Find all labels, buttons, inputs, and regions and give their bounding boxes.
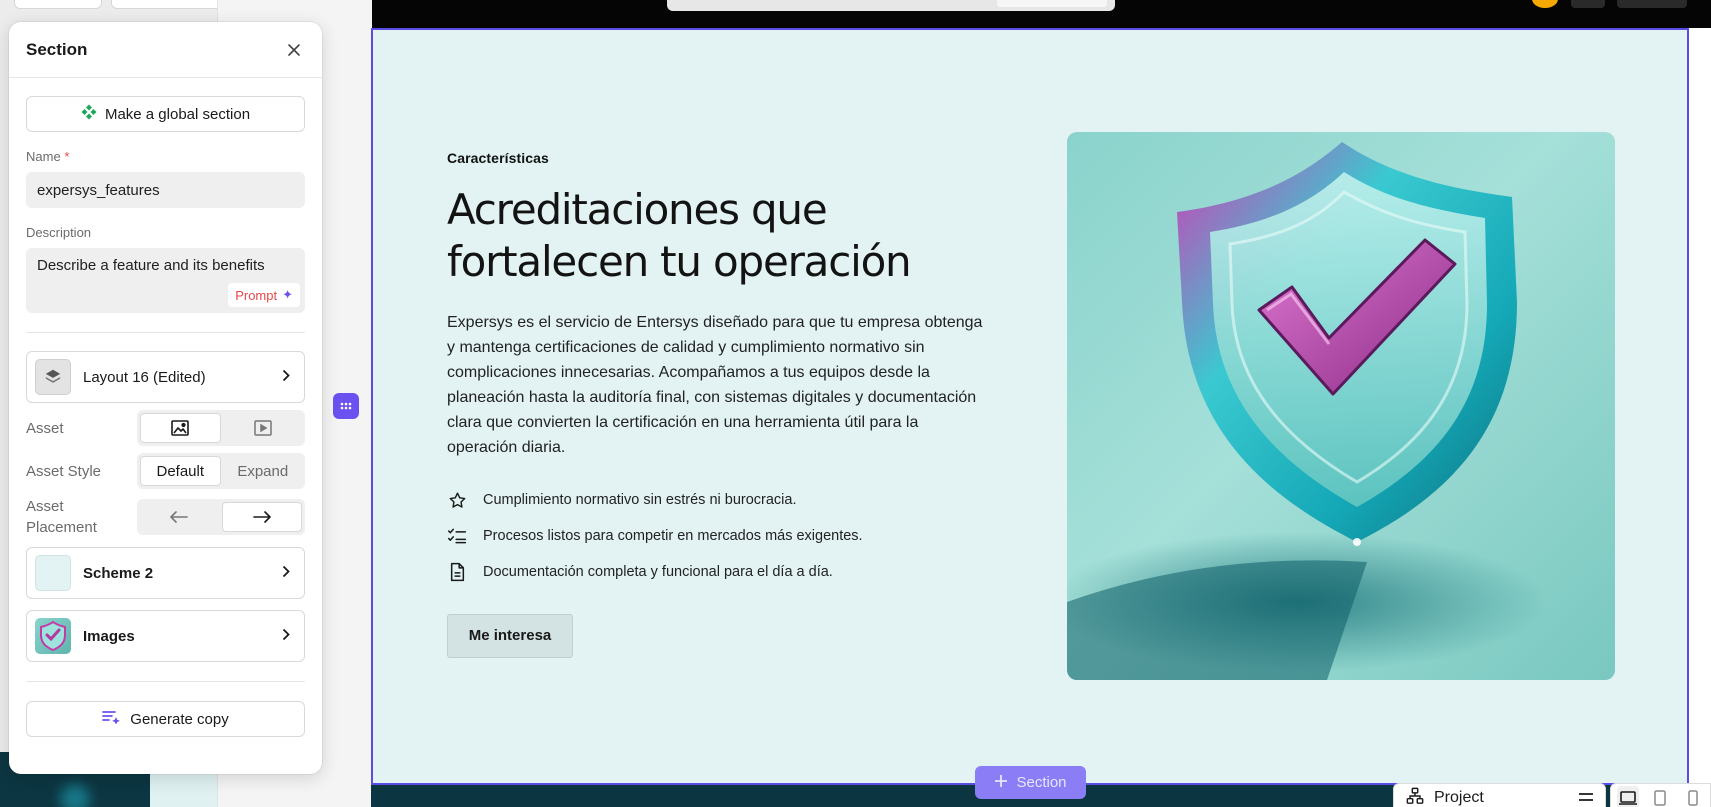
image-icon[interactable] bbox=[140, 413, 221, 443]
layout-selector[interactable]: Layout 16 (Edited) bbox=[26, 351, 305, 403]
feature-item: Cumplimiento normativo sin estrés ni bur… bbox=[447, 482, 992, 518]
section-body: Expersys es el servicio de Entersys dise… bbox=[447, 314, 983, 456]
asset-style-toggle: Default Expand bbox=[137, 453, 305, 489]
cta-button[interactable]: Me interesa bbox=[447, 614, 573, 658]
feature-item: Procesos listos para competir en mercado… bbox=[447, 518, 992, 554]
toolbar-pill[interactable] bbox=[14, 0, 102, 9]
generate-copy-button[interactable]: Generate copy bbox=[26, 701, 305, 737]
mobile-icon[interactable] bbox=[1682, 786, 1704, 807]
topbar-button[interactable] bbox=[1571, 0, 1605, 8]
asset-style-expand[interactable]: Expand bbox=[224, 456, 303, 486]
feature-text: Cumplimiento normativo sin estrés ni bur… bbox=[483, 492, 797, 508]
project-label: Project bbox=[1434, 789, 1484, 806]
canvas-gutter bbox=[1689, 28, 1711, 785]
layers-icon bbox=[35, 359, 71, 395]
chevron-right-icon bbox=[282, 628, 290, 645]
scheme-swatch bbox=[35, 555, 71, 591]
asset-toggle bbox=[137, 410, 305, 446]
images-label: Images bbox=[83, 627, 135, 645]
shield-checkmark-image[interactable] bbox=[1067, 132, 1615, 680]
feature-text: Procesos listos para competir en mercado… bbox=[483, 528, 863, 544]
close-icon[interactable] bbox=[283, 39, 305, 61]
section-content: Características Acreditaciones que forta… bbox=[447, 150, 992, 658]
prompt-button[interactable]: Prompt ✦ bbox=[228, 283, 300, 307]
section-panel: Section Make a global section Name * Des… bbox=[9, 22, 322, 774]
preview-topbar bbox=[372, 0, 1711, 28]
chevron-right-icon bbox=[282, 565, 290, 582]
section-canvas[interactable]: Características Acreditaciones que forta… bbox=[371, 28, 1689, 785]
asset-style-label: Asset Style bbox=[26, 462, 102, 480]
asset-row: Asset bbox=[26, 410, 305, 446]
generate-copy-icon bbox=[102, 710, 121, 728]
prompt-label: Prompt bbox=[235, 287, 278, 303]
asset-placement-toggle bbox=[137, 499, 305, 535]
shield-thumbnail bbox=[35, 618, 71, 654]
asset-label: Asset bbox=[26, 419, 64, 437]
asset-style-default[interactable]: Default bbox=[140, 456, 221, 486]
make-global-section-label: Make a global section bbox=[104, 105, 251, 123]
device-switcher bbox=[1610, 783, 1711, 807]
menu-icon[interactable] bbox=[1579, 789, 1593, 807]
asset-style-row: Asset Style Default Expand bbox=[26, 453, 305, 489]
sitemap-icon bbox=[1406, 787, 1424, 807]
panel-header: Section bbox=[9, 22, 322, 78]
sparkle-icon: ✦ bbox=[282, 287, 293, 302]
arrow-right-icon[interactable] bbox=[221, 502, 302, 532]
divider bbox=[26, 681, 305, 682]
section-headline: Acreditaciones que fortalecen tu operaci… bbox=[447, 185, 912, 286]
feature-item: Documentación completa y funcional para … bbox=[447, 554, 992, 590]
layout-label: Layout 16 (Edited) bbox=[83, 368, 206, 386]
checklist-icon bbox=[447, 526, 467, 546]
section-eyebrow: Características bbox=[447, 150, 549, 166]
description-field[interactable]: Describe a feature and its benefits Prom… bbox=[26, 248, 305, 313]
global-section-icon bbox=[81, 104, 97, 124]
asset-placement-label: Asset Placement bbox=[26, 498, 97, 536]
tablet-icon[interactable] bbox=[1649, 786, 1671, 807]
panel-title: Section bbox=[26, 39, 88, 59]
add-section-button[interactable]: Section bbox=[975, 766, 1086, 799]
description-label: Description bbox=[26, 225, 92, 240]
topbar-button[interactable] bbox=[1617, 0, 1687, 8]
arrow-left-icon[interactable] bbox=[140, 502, 219, 532]
star-icon bbox=[447, 490, 467, 510]
desktop-icon[interactable] bbox=[1617, 786, 1640, 807]
scheme-selector[interactable]: Scheme 2 bbox=[26, 547, 305, 599]
asset-placement-row: Asset Placement bbox=[26, 496, 305, 538]
description-placeholder: Describe a feature and its benefits bbox=[37, 257, 265, 274]
url-bar[interactable] bbox=[667, 0, 1115, 11]
make-global-section-button[interactable]: Make a global section bbox=[26, 96, 305, 132]
video-icon[interactable] bbox=[224, 413, 303, 443]
avatar[interactable] bbox=[1532, 0, 1558, 8]
name-label: Name * bbox=[26, 149, 70, 164]
scheme-label: Scheme 2 bbox=[83, 564, 154, 582]
plus-icon bbox=[994, 774, 1008, 792]
document-icon bbox=[447, 562, 467, 582]
chevron-right-icon bbox=[282, 369, 290, 386]
feature-text: Documentación completa y funcional para … bbox=[483, 564, 833, 580]
feature-list: Cumplimiento normativo sin estrés ni bur… bbox=[447, 482, 992, 590]
images-selector[interactable]: Images bbox=[26, 610, 305, 662]
project-bar[interactable]: Project bbox=[1393, 783, 1606, 807]
add-section-label: Section bbox=[1016, 774, 1067, 791]
drag-handle-icon[interactable] bbox=[333, 393, 359, 419]
name-input[interactable] bbox=[26, 172, 305, 208]
generate-copy-label: Generate copy bbox=[130, 710, 229, 728]
divider bbox=[26, 332, 305, 333]
